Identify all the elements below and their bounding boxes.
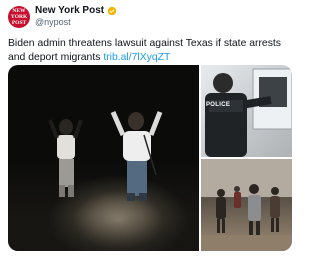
avatar[interactable]: NEW YORK POST — [8, 6, 30, 28]
tweet-link[interactable]: trib.al/7lXyqZT — [103, 52, 170, 63]
photo-migrants-walking[interactable] — [201, 159, 292, 251]
author-handle[interactable]: @nypost — [35, 17, 71, 27]
figure-left — [48, 119, 83, 197]
photo-police-officer[interactable]: POLICE — [201, 65, 292, 157]
avatar-logo-text: NEW YORK POST — [10, 8, 28, 26]
photo-migrants-hands-raised[interactable] — [8, 65, 199, 251]
police-badge-text: POLICE — [206, 102, 231, 108]
media-grid[interactable]: POLICE — [8, 65, 292, 251]
author-name-row: New York Post — [35, 5, 117, 16]
verified-badge-icon — [107, 6, 117, 15]
figure-center — [110, 111, 163, 201]
author-name[interactable]: New York Post — [35, 5, 104, 16]
tweet-card[interactable]: NEW YORK POST New York Post @nypost Biden … — [0, 0, 300, 258]
tweet-text: Biden admin threatens lawsuit against Te… — [8, 37, 298, 65]
photo-figures — [48, 111, 163, 201]
